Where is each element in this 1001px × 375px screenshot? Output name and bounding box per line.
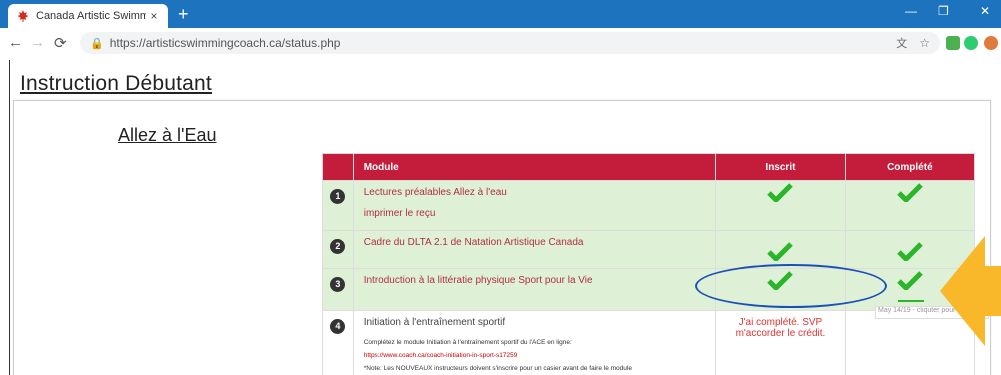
tab-close-icon[interactable]: ×: [146, 9, 162, 23]
section-title: Allez à l'Eau: [118, 125, 217, 145]
translate-icon[interactable]: 文: [896, 35, 907, 51]
tab-title: Canada Artistic Swimming Entrai: [36, 10, 146, 22]
lock-icon: 🔒: [90, 37, 104, 50]
header-enrolled: Inscrit: [715, 153, 846, 181]
modules-table: Module Inscrit Complété 1 Lectures préal…: [322, 153, 976, 375]
forward-icon[interactable]: →: [30, 34, 45, 51]
highlight-ellipse: [695, 264, 887, 308]
checkmark-icon: [767, 241, 794, 262]
page-title: Instruction Débutant: [20, 72, 212, 95]
address-bar: ← → ⟳ 🔒 https://artisticswimmingcoach.ca…: [0, 28, 1001, 61]
coach-link[interactable]: https://www.coach.ca/coach-initiation-in…: [364, 349, 705, 362]
credit-request[interactable]: J'ai complété. SVP m'accorder le crédit.: [715, 310, 846, 375]
restore-button[interactable]: ❐: [938, 4, 949, 18]
module-link[interactable]: Cadre du DLTA 2.1 de Natation Artistique…: [364, 237, 705, 248]
arrow-icon: [940, 236, 1001, 346]
profile-avatar[interactable]: [984, 36, 998, 50]
receipt-link[interactable]: imprimer le reçu: [364, 208, 705, 219]
header-module: Module: [352, 153, 717, 181]
row-number: 4: [330, 319, 346, 334]
row-number: 2: [330, 239, 346, 254]
header-num: [322, 153, 354, 181]
checkmark-icon: [897, 182, 923, 203]
browser-tab[interactable]: Canada Artistic Swimming Entrai ×: [8, 4, 168, 28]
minimize-button[interactable]: —: [905, 4, 917, 18]
row-number: 3: [330, 277, 346, 292]
extension-icon[interactable]: [964, 36, 978, 50]
new-tab-button[interactable]: +: [178, 4, 189, 24]
row-number: 1: [330, 189, 346, 204]
table-row: 1 Lectures préalables Allez à l'eau impr…: [322, 180, 976, 231]
table-row: 4 Initiation à l'entraînement sportif Co…: [322, 310, 976, 375]
left-divider: [9, 60, 10, 375]
table-header-row: Module Inscrit Complété: [322, 153, 976, 181]
browser-window: Canada Artistic Swimming Entrai × + — ❐ …: [0, 0, 1001, 375]
detail-text: Complétez le module Initiation à l'entra…: [363, 339, 572, 346]
url-field[interactable]: 🔒 https://artisticswimmingcoach.ca/statu…: [80, 32, 940, 54]
module-details: Complétez le module Initiation à l'entra…: [364, 336, 705, 375]
table-row: 2 Cadre du DLTA 2.1 de Natation Artistiq…: [322, 230, 976, 269]
detail-note: *Note: Les NOUVEAUX instructeurs doivent…: [363, 365, 632, 372]
url-text: https://artisticswimmingcoach.ca/status.…: [109, 36, 341, 50]
checkmark-icon[interactable]: [897, 270, 923, 291]
extension-icon[interactable]: [946, 36, 960, 50]
module-link[interactable]: Introduction à la littératie physique Sp…: [364, 275, 705, 286]
module-link[interactable]: Lectures préalables Allez à l'eau: [364, 187, 705, 198]
checkmark-icon: [767, 182, 794, 203]
title-bar: Canada Artistic Swimming Entrai × + — ❐ …: [0, 0, 1001, 28]
checkmark-icon: [897, 241, 923, 262]
maple-leaf-icon: [16, 9, 30, 23]
reload-icon[interactable]: ⟳: [54, 34, 67, 52]
bookmark-star-icon[interactable]: ☆: [919, 36, 930, 50]
close-window-button[interactable]: ✕: [980, 4, 990, 18]
module-title: Initiation à l'entraînement sportif: [363, 317, 506, 328]
header-completed: Complété: [844, 153, 976, 181]
back-icon[interactable]: ←: [8, 34, 23, 51]
hover-underline: [898, 300, 924, 302]
